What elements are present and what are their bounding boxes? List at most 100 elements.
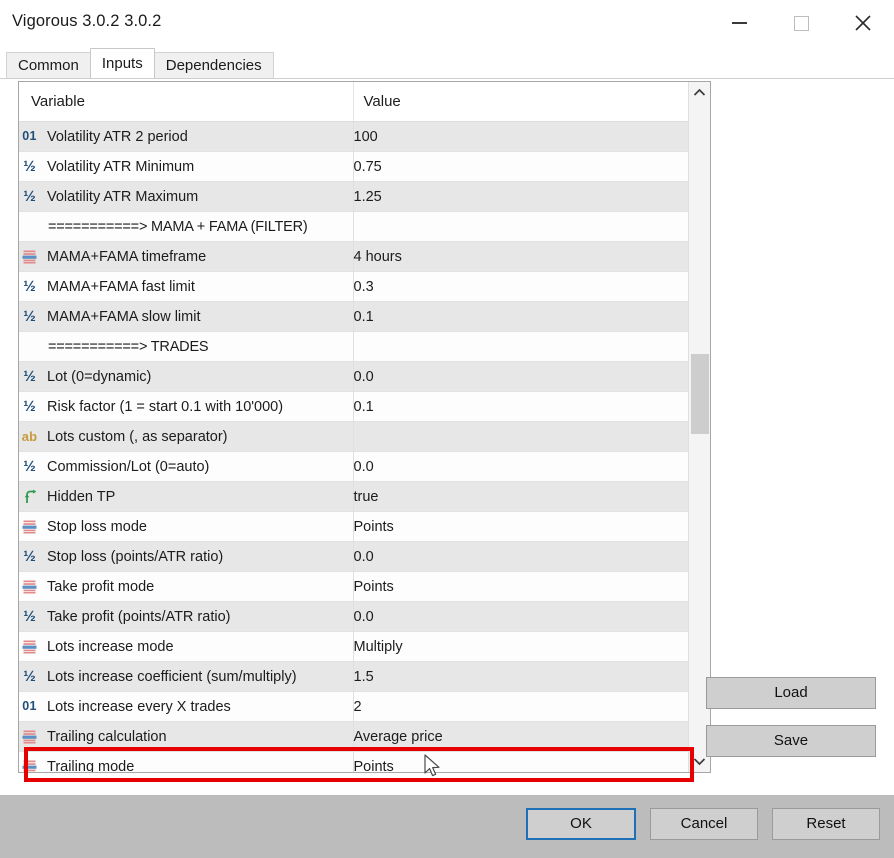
tab-common[interactable]: Common bbox=[6, 52, 91, 78]
value-text: 0.1 bbox=[354, 309, 374, 325]
table-row[interactable]: abLots custom (, as separator) bbox=[19, 422, 688, 452]
cell-value[interactable]: Points bbox=[353, 512, 688, 542]
cell-value[interactable] bbox=[353, 422, 688, 452]
cell-variable[interactable]: ½Lot (0=dynamic) bbox=[19, 362, 353, 392]
cell-variable[interactable]: ½Commission/Lot (0=auto) bbox=[19, 452, 353, 482]
table-row[interactable]: ½Volatility ATR Minimum0.75 bbox=[19, 152, 688, 182]
cell-variable[interactable]: Trailing mode bbox=[19, 752, 353, 773]
table-row[interactable]: Trailing modePoints bbox=[19, 752, 688, 773]
type-enum-icon bbox=[19, 757, 40, 773]
cell-value[interactable]: 100 bbox=[353, 122, 688, 152]
cell-variable[interactable]: ½MAMA+FAMA slow limit bbox=[19, 302, 353, 332]
table-row[interactable]: Take profit modePoints bbox=[19, 572, 688, 602]
vertical-scrollbar[interactable] bbox=[688, 82, 710, 772]
type-enum-icon bbox=[19, 727, 40, 747]
ok-button[interactable]: OK bbox=[526, 808, 636, 840]
cell-value[interactable]: 0.3 bbox=[353, 272, 688, 302]
load-button[interactable]: Load bbox=[706, 677, 876, 709]
cell-variable[interactable]: ½Risk factor (1 = start 0.1 with 10'000) bbox=[19, 392, 353, 422]
cell-value[interactable] bbox=[353, 332, 688, 362]
cell-variable[interactable]: ½Lots increase coefficient (sum/multiply… bbox=[19, 662, 353, 692]
cell-value[interactable]: 2 bbox=[353, 692, 688, 722]
table-row[interactable]: ½Stop loss (points/ATR ratio)0.0 bbox=[19, 542, 688, 572]
variable-label: Take profit (points/ATR ratio) bbox=[47, 609, 230, 625]
cell-value[interactable]: Multiply bbox=[353, 632, 688, 662]
type-double-icon: ½ bbox=[19, 547, 40, 567]
cell-value[interactable]: 1.25 bbox=[353, 182, 688, 212]
table-row[interactable]: ½Commission/Lot (0=auto)0.0 bbox=[19, 452, 688, 482]
tab-strip: Common Inputs Dependencies bbox=[0, 46, 894, 78]
side-button-group: Load Save bbox=[706, 677, 876, 757]
table-row[interactable]: ½Take profit (points/ATR ratio)0.0 bbox=[19, 602, 688, 632]
table-row[interactable]: 01Volatility ATR 2 period100 bbox=[19, 122, 688, 152]
cell-value[interactable]: true bbox=[353, 482, 688, 512]
cell-value[interactable]: Points bbox=[353, 752, 688, 773]
variable-label: Trailing calculation bbox=[47, 729, 167, 745]
cell-variable[interactable]: 01Volatility ATR 2 period bbox=[19, 122, 353, 152]
cell-variable[interactable]: abLots custom (, as separator) bbox=[19, 422, 353, 452]
variable-label: ===========> MAMA + FAMA (FILTER) bbox=[48, 219, 308, 235]
type-double-icon: ½ bbox=[19, 187, 40, 207]
cell-value[interactable]: 0.0 bbox=[353, 362, 688, 392]
table-row[interactable]: ===========> TRADES bbox=[19, 332, 688, 362]
table-row[interactable]: ½Lots increase coefficient (sum/multiply… bbox=[19, 662, 688, 692]
tab-dependencies[interactable]: Dependencies bbox=[154, 52, 274, 78]
cell-variable[interactable]: Lots increase mode bbox=[19, 632, 353, 662]
maximize-button[interactable] bbox=[770, 0, 832, 46]
save-button[interactable]: Save bbox=[706, 725, 876, 757]
cell-variable[interactable]: ½Volatility ATR Maximum bbox=[19, 182, 353, 212]
cell-variable[interactable]: ½MAMA+FAMA fast limit bbox=[19, 272, 353, 302]
table-row[interactable]: MAMA+FAMA timeframe4 hours bbox=[19, 242, 688, 272]
cell-value[interactable]: 0.1 bbox=[353, 302, 688, 332]
cell-value[interactable] bbox=[353, 212, 688, 242]
cell-variable[interactable]: ½Stop loss (points/ATR ratio) bbox=[19, 542, 353, 572]
cell-value[interactable]: 0.0 bbox=[353, 542, 688, 572]
inputs-grid-viewport: Variable Value 01Volatility ATR 2 period… bbox=[19, 82, 688, 772]
cell-value[interactable]: Points bbox=[353, 572, 688, 602]
table-row[interactable]: Stop loss modePoints bbox=[19, 512, 688, 542]
close-button[interactable] bbox=[832, 0, 894, 46]
cell-value[interactable]: Average price bbox=[353, 722, 688, 752]
table-row[interactable]: Trailing calculation Average price bbox=[19, 722, 688, 752]
table-row[interactable]: ½MAMA+FAMA slow limit0.1 bbox=[19, 302, 688, 332]
cell-variable[interactable]: ===========> MAMA + FAMA (FILTER) bbox=[19, 212, 353, 242]
table-row[interactable]: Hidden TPtrue bbox=[19, 482, 688, 512]
cell-variable[interactable]: ===========> TRADES bbox=[19, 332, 353, 362]
table-row[interactable]: 01Lots increase every X trades2 bbox=[19, 692, 688, 722]
reset-button[interactable]: Reset bbox=[772, 808, 880, 840]
value-text: 0.0 bbox=[354, 549, 374, 565]
dialog-footer: OK Cancel Reset bbox=[0, 795, 894, 858]
cell-variable[interactable]: Take profit mode bbox=[19, 572, 353, 602]
type-double-icon: ½ bbox=[19, 277, 40, 297]
table-row[interactable]: ½Volatility ATR Maximum1.25 bbox=[19, 182, 688, 212]
cell-value[interactable]: 1.5 bbox=[353, 662, 688, 692]
cell-value[interactable]: 0.0 bbox=[353, 602, 688, 632]
table-row[interactable]: Lots increase modeMultiply bbox=[19, 632, 688, 662]
scroll-up-button[interactable] bbox=[689, 82, 710, 103]
value-text: 1.5 bbox=[354, 669, 374, 685]
table-row[interactable]: ½Lot (0=dynamic)0.0 bbox=[19, 362, 688, 392]
inputs-table: Variable Value 01Volatility ATR 2 period… bbox=[19, 82, 688, 772]
value-text: 0.0 bbox=[354, 369, 374, 385]
cell-variable[interactable]: ½Take profit (points/ATR ratio) bbox=[19, 602, 353, 632]
minimize-button[interactable] bbox=[708, 0, 770, 46]
scrollbar-thumb[interactable] bbox=[691, 354, 709, 434]
variable-label: Lots custom (, as separator) bbox=[47, 429, 228, 445]
cell-variable[interactable]: Stop loss mode bbox=[19, 512, 353, 542]
cell-value[interactable]: 0.1 bbox=[353, 392, 688, 422]
tab-inputs[interactable]: Inputs bbox=[90, 48, 155, 78]
cell-variable[interactable]: ½Volatility ATR Minimum bbox=[19, 152, 353, 182]
cancel-button[interactable]: Cancel bbox=[650, 808, 758, 840]
table-row[interactable]: ½MAMA+FAMA fast limit0.3 bbox=[19, 272, 688, 302]
cell-variable[interactable]: MAMA+FAMA timeframe bbox=[19, 242, 353, 272]
type-enum-icon bbox=[19, 517, 40, 537]
type-int-icon: 01 bbox=[19, 127, 40, 147]
cell-value[interactable]: 4 hours bbox=[353, 242, 688, 272]
cell-value[interactable]: 0.0 bbox=[353, 452, 688, 482]
table-row[interactable]: ===========> MAMA + FAMA (FILTER) bbox=[19, 212, 688, 242]
cell-variable[interactable]: Hidden TP bbox=[19, 482, 353, 512]
table-row[interactable]: ½Risk factor (1 = start 0.1 with 10'000)… bbox=[19, 392, 688, 422]
cell-variable[interactable]: Trailing calculation bbox=[19, 722, 353, 752]
cell-value[interactable]: 0.75 bbox=[353, 152, 688, 182]
cell-variable[interactable]: 01Lots increase every X trades bbox=[19, 692, 353, 722]
